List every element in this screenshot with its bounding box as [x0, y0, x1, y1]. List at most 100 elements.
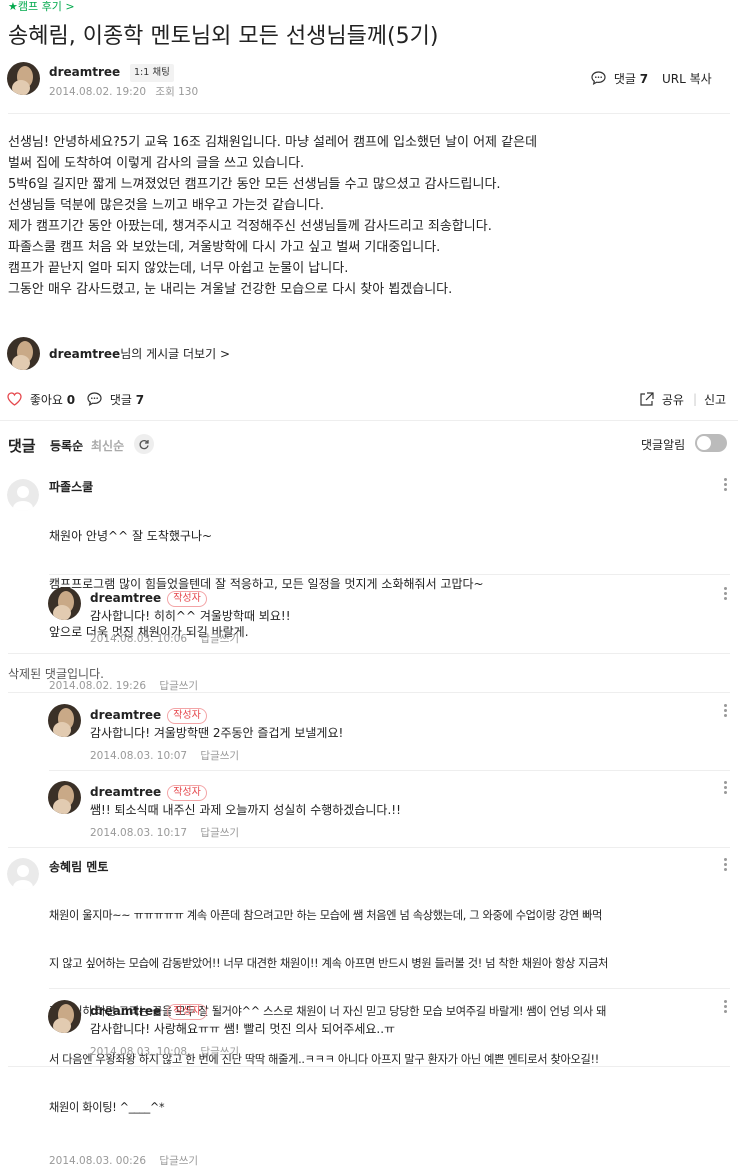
reply-button[interactable]: 답글쓰기 [200, 827, 239, 839]
commenter-avatar[interactable] [48, 704, 81, 737]
share-icon [640, 392, 654, 406]
more-options-icon[interactable] [722, 781, 728, 797]
comment-item: dreamtree 작성자 감사합니다! 겨울방학땐 2주동안 즐겁게 보낼게요!… [90, 704, 710, 763]
comment-nickname[interactable]: dreamtree [90, 1004, 161, 1018]
share-button[interactable]: 공유 [639, 392, 684, 408]
body-line: 그동안 매우 감사드렸고, 눈 내리는 겨울날 건강한 모습으로 다시 찾아 뵙… [8, 282, 453, 297]
comment-nickname[interactable]: dreamtree [90, 708, 161, 722]
comment-date: 2014.08.03. 10:08 [90, 1046, 188, 1058]
comment-divider [49, 574, 730, 575]
comment-text: 감사합니다! 히히^^ 겨울방학때 뵈요!! [90, 609, 291, 623]
notify-label: 댓글알림 [641, 438, 686, 452]
commenter-avatar[interactable] [48, 781, 81, 814]
author-badge: 작성자 [167, 785, 207, 801]
commenter-avatar[interactable] [7, 858, 39, 890]
page-title: 송혜림, 이종학 멘토님외 모든 선생님들께(5기) [8, 24, 439, 49]
refresh-icon [139, 440, 149, 450]
like-label: 좋아요 [29, 393, 63, 407]
comment-date: 2014.08.03. 10:06 [90, 633, 188, 645]
breadcrumb-label[interactable]: 캠프 후기 [18, 0, 62, 13]
body-line: 벌써 집에 도착하여 이렇게 감사의 글을 쓰고 있습니다. [8, 156, 305, 171]
more-options-icon[interactable] [722, 587, 728, 603]
author-badge: 작성자 [167, 708, 207, 724]
reply-button[interactable]: 답글쓰기 [159, 1155, 198, 1167]
comment-text: 채원아 안녕^^ 잘 도착했구나~ [49, 529, 213, 543]
body-line: 파졸스쿨 캠프 처음 와 보았는데, 겨울방학에 다시 가고 싶고 벌써 기대중… [8, 240, 441, 255]
more-posts-label: 님의 게시글 더보기 [120, 347, 217, 361]
post-body: 선생님! 안녕하세요?5기 교육 16조 김채원입니다. 마냥 설레어 캠프에 … [8, 132, 728, 300]
author-badge: 작성자 [167, 1004, 207, 1020]
comment-item: dreamtree 작성자 쌤!! 퇴소식때 내주신 과제 오늘까지 성실히 수행… [90, 781, 710, 840]
more-options-icon[interactable] [722, 1000, 728, 1016]
comment-divider [8, 692, 730, 693]
refresh-button[interactable] [134, 434, 154, 454]
comment-count: 7 [639, 72, 649, 86]
copy-url-button[interactable]: URL 복사 [662, 71, 712, 87]
comment-text: 감사합니다! 겨울방학땐 2주동안 즐겁게 보낼게요! [90, 726, 344, 740]
comment-divider [8, 653, 730, 654]
more-author-name: dreamtree [49, 347, 121, 361]
report-button[interactable]: 신고 [704, 392, 726, 408]
comment-nickname[interactable]: dreamtree [90, 785, 161, 799]
comment-text: 지 않고 싶어하는 모습에 감동받았어!! 너무 대견한 채원이!! 계속 아프… [49, 957, 609, 970]
chevron-right-icon: > [219, 347, 231, 361]
comment-date: 2014.08.03. 10:17 [90, 827, 188, 839]
like-count: 0 [66, 393, 76, 407]
like-button[interactable]: 좋아요 0 [7, 392, 75, 408]
speech-bubble-icon [87, 392, 102, 406]
speech-bubble-icon [591, 71, 606, 85]
reply-button[interactable]: 답글쓰기 [200, 633, 239, 645]
heart-icon [7, 392, 22, 406]
comment-label: 댓글 [109, 393, 132, 407]
more-options-icon[interactable] [722, 704, 728, 720]
share-label: 공유 [661, 393, 684, 407]
comment-date: 2014.08.03. 10:07 [90, 750, 188, 762]
comment-text: 감사합니다! 사랑해요ㅠㅠ 쌤! 빨리 멋진 의사 되어주세요..ㅠ [90, 1022, 396, 1036]
action-separator: | [693, 392, 698, 406]
action-divider [0, 420, 738, 421]
header-divider [8, 113, 730, 114]
body-line: 5박6일 길지만 짧게 느껴졌었던 캠프기간 동안 모든 선생님들 수고 많으셨… [8, 177, 501, 192]
body-line: 선생님! 안녕하세요?5기 교육 16조 김채원입니다. 마냥 설레어 캠프에 … [8, 135, 538, 150]
breadcrumb[interactable]: ★캠프 후기 > [8, 0, 75, 14]
reply-button[interactable]: 답글쓰기 [200, 1046, 239, 1058]
notify-toggle[interactable] [695, 434, 727, 452]
star-icon: ★ [8, 0, 18, 13]
sort-latest-tab[interactable]: 최신순 [91, 438, 124, 454]
comment-label: 댓글 [613, 72, 636, 86]
commenter-avatar[interactable] [48, 1000, 81, 1033]
comment-date: 2014.08.03. 00:26 [49, 1155, 147, 1167]
comment-item: dreamtree 작성자 감사합니다! 사랑해요ㅠㅠ 쌤! 빨리 멋진 의사 되… [90, 1000, 710, 1059]
reply-button[interactable]: 답글쓰기 [200, 750, 239, 762]
comment-item: 파졸스쿨 채원아 안녕^^ 잘 도착했구나~ 캠프프로그램 많이 힘들었을텐데 … [49, 478, 719, 693]
comment-link[interactable]: 댓글 7 [591, 71, 648, 87]
comments-title: 댓글 [8, 437, 36, 455]
author-name[interactable]: dreamtree [49, 65, 120, 79]
views-count: 130 [178, 86, 199, 98]
author-avatar[interactable] [7, 62, 40, 95]
sort-registered-tab[interactable]: 등록순 [50, 438, 83, 454]
comment-nickname[interactable]: dreamtree [90, 591, 161, 605]
more-author-avatar[interactable] [7, 337, 40, 370]
commenter-avatar[interactable] [7, 479, 39, 511]
views-label: 조회 [155, 86, 175, 98]
comment-divider [8, 847, 730, 848]
author-badge: 작성자 [167, 591, 207, 607]
comment-text: 쌤!! 퇴소식때 내주신 과제 오늘까지 성실히 수행하겠습니다.!! [90, 803, 401, 817]
comment-item: dreamtree 작성자 감사합니다! 히히^^ 겨울방학때 뵈요!! 2014… [90, 587, 710, 646]
comment-text: 채원이 울지마~~ ㅠㅠㅠㅠㅠ 계속 아픈데 참으려고만 하는 모습에 쌤 처음… [49, 909, 603, 922]
comment-text: 채원이 화이팅! ^____^* [49, 1101, 165, 1114]
more-posts-link[interactable]: dreamtree님의 게시글 더보기 > [49, 346, 230, 362]
more-options-icon[interactable] [722, 478, 728, 494]
body-line: 선생님들 덕분에 많은것을 느끼고 배우고 가는것 같습니다. [8, 198, 324, 213]
toggle-knob [697, 436, 711, 450]
comment-button[interactable]: 댓글 7 [87, 392, 144, 408]
body-line: 제가 캠프기간 동안 아팠는데, 챙겨주시고 걱정해주신 선생님들께 감사드리고… [8, 219, 492, 234]
more-options-icon[interactable] [722, 858, 728, 874]
chat-badge[interactable]: 1:1 채팅 [130, 64, 174, 82]
comment-nickname[interactable]: 송혜림 멘토 [49, 858, 721, 875]
reply-button[interactable]: 답글쓰기 [159, 680, 198, 692]
comment-nickname[interactable]: 파졸스쿨 [49, 478, 719, 495]
comment-divider [49, 988, 730, 989]
commenter-avatar[interactable] [48, 587, 81, 620]
